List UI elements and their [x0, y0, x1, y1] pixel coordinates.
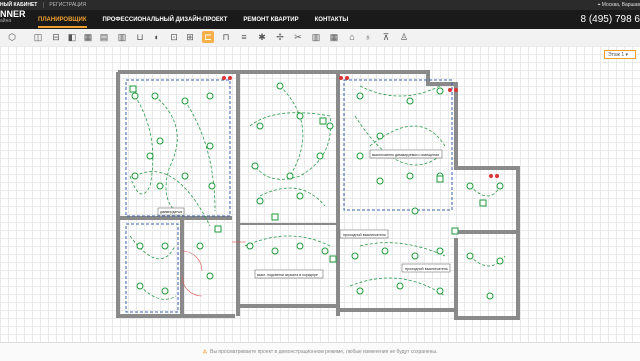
nav-item-planner[interactable]: ПЛАНИРОВЩИК [38, 17, 87, 28]
chandelier-icon[interactable]: ⊼ [380, 31, 392, 43]
column-icon[interactable]: ▤ [98, 31, 110, 43]
plan-callouts: проходной выключатель проходной выключат… [158, 150, 450, 278]
user-icon[interactable]: ♙ [398, 31, 410, 43]
callout-dimmer-small: диммер/датчик [160, 210, 183, 214]
callout-switch-pass-1: проходной выключатель [343, 233, 386, 237]
logo[interactable]: NNER айна [0, 11, 26, 25]
tool-bar: ⬡ ◫ ⊟ ◧ ▦ ▤ ▥ ⊔ ◖ ⊡ ⊞ ⊏ ⊓ ≡ ✱ ✢ ✂ ▥ ▦ ⌂ … [0, 29, 640, 47]
status-bar: ⚠Вы просматриваете проект в демонстрацио… [0, 342, 640, 361]
fan-icon[interactable]: ✢ [274, 31, 286, 43]
nav-item-design-project[interactable]: ПРОФЕССИОНАЛЬНЫЙ ДИЗАЙН-ПРОЕКТ [103, 17, 228, 23]
sink-icon[interactable]: ▥ [116, 31, 128, 43]
switch-icon[interactable]: ≡ [238, 31, 250, 43]
heater-icon[interactable]: ✂ [292, 31, 304, 43]
socket-icon[interactable]: ⊞ [184, 31, 196, 43]
door-frame-icon[interactable]: ⌂ [346, 31, 358, 43]
main-nav: NNER айна ПЛАНИРОВЩИК ПРОФЕССИОНАЛЬНЫЙ Д… [0, 10, 640, 29]
cabinet-link[interactable]: НЫЙ КАБИНЕТ [0, 2, 44, 8]
wall-icon[interactable]: ◫ [32, 31, 44, 43]
toilet-icon[interactable]: ◖ [150, 31, 162, 43]
logo-line2: айна [0, 18, 26, 25]
walls [118, 72, 518, 318]
callout-switch-dimmer: выключатель диммируемого освещения [372, 153, 439, 157]
shower-icon[interactable]: ⊡ [168, 31, 180, 43]
plan-canvas[interactable]: проходной выключатель проходной выключат… [0, 46, 640, 342]
radiator-icon[interactable]: ▥ [310, 31, 322, 43]
callout-mirror-light: выкл. подсветки зеркала в коридоре [257, 273, 318, 277]
nav-item-renovation[interactable]: РЕМОНТ КВАРТИР [243, 17, 298, 23]
register-link[interactable]: РЕГИСТРАЦИЯ [49, 2, 86, 8]
electric-icon[interactable]: ⊏ [202, 31, 214, 43]
bath-icon[interactable]: ⊔ [134, 31, 146, 43]
location-value: Москва, Варшав [602, 2, 640, 8]
snowflake-icon[interactable]: ✱ [256, 31, 268, 43]
window-icon[interactable]: ◧ [66, 31, 78, 43]
door-icon[interactable]: ⊟ [50, 31, 62, 43]
stairs-icon[interactable]: ▦ [82, 31, 94, 43]
light-icon[interactable]: ⊓ [220, 31, 232, 43]
floor-selector[interactable]: Этаж 1 ▾ [604, 50, 636, 59]
nav-item-contacts[interactable]: КОНТАКТЫ [315, 17, 349, 23]
tiles-icon[interactable]: ▦ [328, 31, 340, 43]
callout-switch-pass-2: проходной выключатель [405, 267, 448, 271]
location-text: ⌖ Москва, Варшав [598, 2, 640, 8]
warning-icon: ⚠ [203, 349, 207, 355]
status-text: Вы просматриваете проект в демонстрацион… [210, 349, 437, 355]
lamp-icon[interactable]: ♁ [362, 31, 374, 43]
top-bar: НЫЙ КАБИНЕТ РЕГИСТРАЦИЯ ⌖ Москва, Варшав [0, 0, 640, 10]
logo-line1: NNER [0, 11, 26, 18]
phone-number[interactable]: 8 (495) 798 6 [581, 14, 640, 25]
cube-icon[interactable]: ⬡ [6, 31, 18, 43]
nav-menu: ПЛАНИРОВЩИК ПРОФЕССИОНАЛЬНЫЙ ДИЗАЙН-ПРОЕ… [38, 10, 364, 29]
floor-plan[interactable]: проходной выключатель проходной выключат… [0, 46, 640, 342]
